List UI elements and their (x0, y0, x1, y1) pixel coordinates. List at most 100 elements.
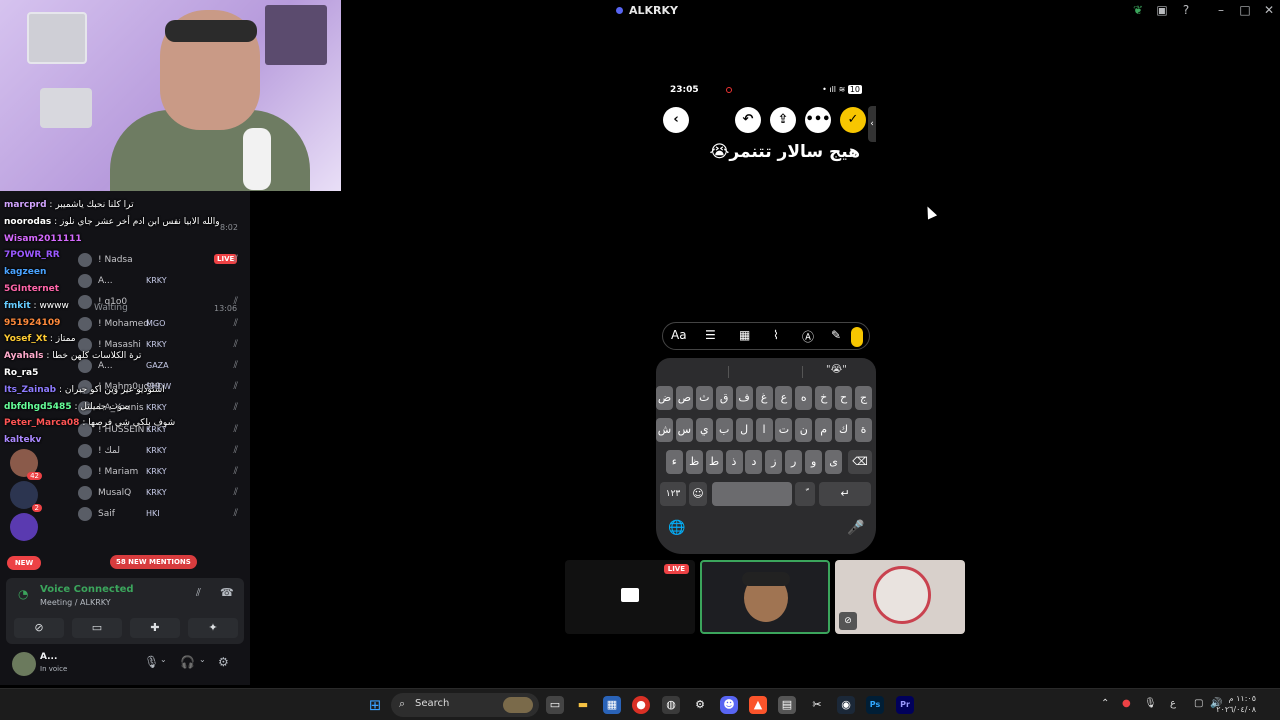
tray-chevron-icon[interactable]: ⌃ (1101, 698, 1109, 709)
keyboard-key[interactable]: ع (775, 386, 793, 410)
voice-member-row[interactable]: MusalQ KRKY ⫽ (78, 484, 244, 502)
keyboard-key[interactable]: ظ (685, 450, 703, 474)
return-key[interactable]: ↵ (819, 482, 871, 506)
keyboard-key[interactable]: ر (785, 450, 803, 474)
voice-member-row[interactable]: ! Mariam KRKY ⫽ (78, 463, 244, 481)
server-icon[interactable]: 2 (10, 481, 42, 512)
keyboard-key[interactable]: ن (795, 418, 813, 442)
dictation-mic-icon[interactable]: 🎤 (847, 520, 864, 536)
keyboard-key[interactable]: م (815, 418, 833, 442)
keyboard-key[interactable]: خ (815, 386, 833, 410)
network-icon[interactable]: ▢ (1194, 698, 1203, 709)
tray-app-icon[interactable]: ● (1122, 698, 1131, 709)
noise-suppression-icon[interactable]: ⫽ (196, 586, 201, 600)
chrome-icon[interactable]: ● (632, 696, 650, 714)
markup-icon[interactable]: Ⓐ (802, 328, 814, 345)
keyboard-key[interactable]: ص (675, 386, 693, 410)
checklist-icon[interactable]: ☰ (705, 328, 716, 342)
suggestion[interactable]: "😭" (826, 364, 847, 375)
disconnect-icon[interactable]: ☎ (220, 586, 234, 599)
keyboard-key[interactable]: ض (656, 386, 673, 410)
keyboard-key[interactable]: ك (835, 418, 853, 442)
keyboard-key[interactable]: ث (695, 386, 713, 410)
server-icon[interactable] (10, 513, 38, 541)
keyboard-key[interactable]: س (675, 418, 693, 442)
brave-icon[interactable]: ▲ (749, 696, 767, 714)
keyboard-key[interactable]: ت (775, 418, 793, 442)
headphones-icon[interactable]: 🎧 (180, 655, 195, 669)
keyboard-key[interactable]: ي (695, 418, 713, 442)
keyboard-key[interactable]: ة (855, 418, 872, 442)
more-icon[interactable]: ••• (805, 107, 831, 133)
numbers-key[interactable]: ١٢٣ (660, 482, 686, 506)
capcut-icon[interactable]: ✂ (808, 696, 826, 714)
settings-icon[interactable]: ⚙ (691, 696, 709, 714)
keyboard-key[interactable]: ق (715, 386, 733, 410)
participant-tile[interactable]: ⊘ (835, 560, 965, 634)
delete-key[interactable]: ⌫ (848, 450, 872, 474)
steam-icon[interactable]: ◉ (837, 696, 855, 714)
attachment-icon[interactable]: ⌇ (773, 328, 779, 342)
keyboard-key[interactable]: ذ (725, 450, 743, 474)
side-tab-icon[interactable]: ‹ (868, 106, 876, 142)
app-icon[interactable]: ◍ (662, 696, 680, 714)
discord-icon[interactable]: ☻ (720, 696, 738, 714)
table-icon[interactable]: ▦ (739, 328, 750, 342)
keyboard-key[interactable]: و (805, 450, 823, 474)
keyboard-key[interactable]: ه (795, 386, 813, 410)
signal-icon[interactable]: ◔ (18, 587, 28, 601)
camera-button[interactable]: ⊘ (14, 618, 64, 638)
diacritic-key[interactable]: ّ (795, 482, 815, 506)
file-explorer-icon[interactable]: ▬ (574, 696, 592, 714)
close-button[interactable]: ✕ (1262, 3, 1276, 17)
help-icon[interactable]: ? (1179, 3, 1193, 17)
voice-member-row[interactable]: Saif HKI ⫽ (78, 505, 244, 523)
space-key[interactable] (712, 482, 792, 506)
done-check-icon[interactable]: ✓ (840, 107, 866, 133)
chevron-down-icon[interactable]: ⌄ (160, 655, 167, 664)
voice-location[interactable]: Meeting / ALKRKY (40, 598, 111, 607)
note-text[interactable]: هيج سالار تتنمر😭 (710, 142, 860, 162)
activities-button[interactable]: ✚ (130, 618, 180, 638)
app-icon[interactable]: ▤ (778, 696, 796, 714)
premiere-icon[interactable]: Pr (896, 696, 914, 714)
screen-share-button[interactable]: ▭ (72, 618, 122, 638)
maximize-button[interactable]: □ (1238, 3, 1252, 17)
keyboard-key[interactable]: ش (656, 418, 673, 442)
windows-start-icon[interactable]: ⊞ (366, 696, 384, 714)
color-dot[interactable] (851, 327, 863, 347)
minimize-button[interactable]: – (1214, 3, 1228, 17)
share-icon[interactable]: ⇪ (770, 107, 796, 133)
globe-icon[interactable]: 🌐 (668, 520, 685, 536)
server-icon[interactable]: 42 (10, 449, 42, 480)
task-view-icon[interactable]: ▭ (546, 696, 564, 714)
language-indicator[interactable]: ع (1170, 698, 1176, 709)
keyboard-key[interactable]: ب (715, 418, 733, 442)
screen-share-tile[interactable]: LIVE (565, 560, 695, 634)
keyboard-key[interactable]: ز (765, 450, 783, 474)
keyboard-key[interactable]: ف (735, 386, 753, 410)
keyboard-key[interactable]: ء (665, 450, 683, 474)
photoshop-icon[interactable]: Ps (866, 696, 884, 714)
store-icon[interactable]: ▦ (603, 696, 621, 714)
avatar[interactable] (12, 652, 36, 676)
search-box[interactable]: ⌕ Search (391, 693, 539, 717)
writing-tools-icon[interactable]: ✎ (831, 328, 841, 342)
keyboard-key[interactable]: ط (705, 450, 723, 474)
emoji-key[interactable]: ☺ (689, 482, 707, 506)
undo-icon[interactable]: ↶ (735, 107, 761, 133)
keyboard-key[interactable]: ح (835, 386, 853, 410)
clock[interactable]: ١١:٠٥ م ٢٠٢٦/٠٤/٠٨ (1216, 693, 1256, 715)
inbox-icon[interactable]: ▣ (1155, 3, 1169, 17)
back-icon[interactable]: ‹ (663, 107, 689, 133)
keyboard-key[interactable]: د (745, 450, 763, 474)
soundboard-button[interactable]: ✦ (188, 618, 238, 638)
tray-mic-icon[interactable]: 🎙 (1144, 698, 1157, 709)
user-name[interactable]: A... (40, 652, 57, 662)
keyboard-key[interactable]: ا (755, 418, 773, 442)
settings-gear-icon[interactable]: ⚙ (218, 655, 229, 669)
keyboard-key[interactable]: ج (855, 386, 872, 410)
camera-tile[interactable] (700, 560, 830, 634)
keyboard-key[interactable]: ى (825, 450, 842, 474)
keyboard-key[interactable]: غ (755, 386, 773, 410)
